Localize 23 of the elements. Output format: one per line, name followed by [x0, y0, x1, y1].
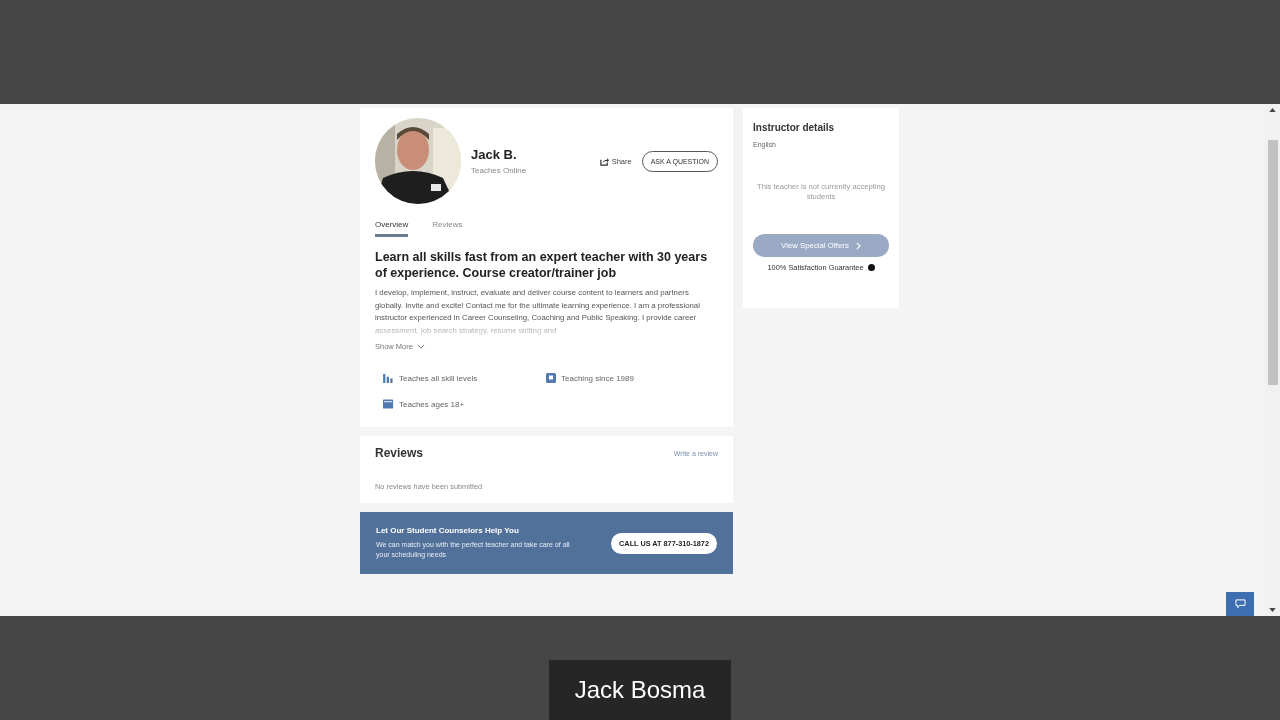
- chevron-down-icon: [416, 344, 425, 349]
- badge-icon: [546, 373, 556, 383]
- calendar-icon: [383, 399, 394, 409]
- feature-label: Teaching since 1989: [561, 373, 634, 383]
- tab[interactable]: Reviews: [432, 220, 463, 237]
- feature-label: Teaches all skill levels: [399, 373, 478, 383]
- instructor-details-title: Instructor details: [753, 122, 836, 133]
- bar-chart-icon: [383, 373, 394, 383]
- participant-name: Jack Bosma: [549, 660, 731, 720]
- teacher-subtitle: Teaches Online: [471, 166, 528, 175]
- banner-title: Let Our Student Counselors Help You: [376, 526, 520, 535]
- tab[interactable]: Overview: [375, 220, 409, 237]
- feature-label: Teaches ages 18+: [399, 399, 465, 409]
- reviews-title: Reviews: [375, 446, 424, 460]
- chat-button[interactable]: [1226, 592, 1254, 616]
- share-icon: [599, 156, 609, 166]
- scroll-down-icon[interactable]: [1269, 608, 1276, 612]
- chevron-right-icon: [855, 241, 861, 250]
- course-headline: Learn all skills fast from an expert teacher with 30 years of experience. Course creator/trainer job: [375, 249, 709, 281]
- chat-icon: [1234, 599, 1246, 609]
- scroll-thumb[interactable]: [1267, 140, 1278, 385]
- scroll-up-icon[interactable]: [1269, 108, 1276, 112]
- teacher-name: Jack B.: [471, 147, 518, 162]
